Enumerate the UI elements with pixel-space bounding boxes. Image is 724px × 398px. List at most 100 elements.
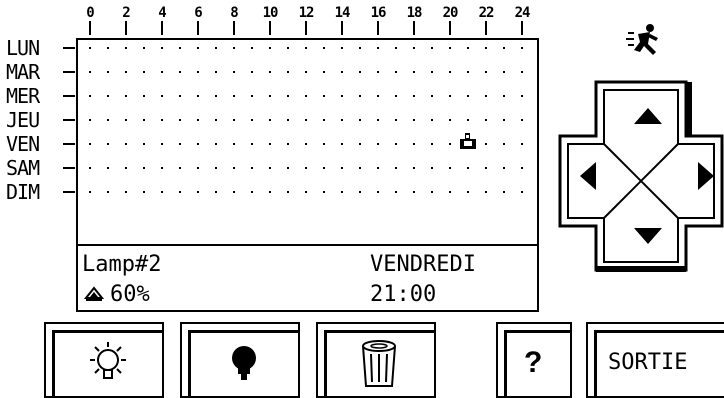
grid-dot bbox=[269, 47, 271, 49]
cursor-icon bbox=[460, 133, 476, 149]
day-tick bbox=[63, 167, 75, 169]
day-label: MAR bbox=[6, 60, 40, 84]
hour-label: 4 bbox=[158, 5, 167, 21]
grid-dot bbox=[503, 71, 505, 73]
grid-dot bbox=[395, 71, 397, 73]
grid-dot bbox=[197, 95, 199, 97]
grid-dot bbox=[431, 143, 433, 145]
grid-dot bbox=[521, 95, 523, 97]
hour-tick bbox=[521, 21, 523, 35]
grid-dot bbox=[125, 119, 127, 121]
hour-label: 0 bbox=[86, 5, 95, 21]
grid-dot bbox=[287, 119, 289, 121]
grid-dot bbox=[485, 95, 487, 97]
day-name: VENDREDI bbox=[370, 252, 476, 277]
grid-dot bbox=[287, 191, 289, 193]
grid-dot bbox=[485, 143, 487, 145]
grid-dot bbox=[89, 95, 91, 97]
grid-dot bbox=[251, 47, 253, 49]
grid-dot bbox=[233, 47, 235, 49]
grid-dot bbox=[143, 119, 145, 121]
grid-dot bbox=[143, 71, 145, 73]
light-off-button[interactable] bbox=[180, 322, 300, 398]
grid-dot bbox=[305, 71, 307, 73]
grid-dot bbox=[197, 143, 199, 145]
hour-tick bbox=[161, 21, 163, 35]
down-arrow-button[interactable] bbox=[628, 222, 668, 252]
help-button[interactable]: ? bbox=[496, 322, 572, 398]
grid-dot bbox=[233, 119, 235, 121]
grid-dot bbox=[323, 143, 325, 145]
right-arrow-button[interactable] bbox=[692, 156, 722, 196]
grid-dot bbox=[269, 71, 271, 73]
grid-dot bbox=[323, 71, 325, 73]
grid-dot bbox=[431, 47, 433, 49]
grid-dot bbox=[341, 191, 343, 193]
hour-label: 2 bbox=[122, 5, 131, 21]
down-arrow-icon bbox=[634, 228, 662, 244]
grid-dot bbox=[125, 47, 127, 49]
grid-dot bbox=[305, 143, 307, 145]
grid-dot bbox=[233, 143, 235, 145]
grid-dot bbox=[485, 119, 487, 121]
grid-dot bbox=[377, 191, 379, 193]
grid-dot bbox=[377, 95, 379, 97]
grid-dot bbox=[161, 47, 163, 49]
grid-dot bbox=[377, 143, 379, 145]
grid-dot bbox=[395, 167, 397, 169]
light-on-button[interactable] bbox=[44, 322, 164, 398]
grid-dot bbox=[485, 71, 487, 73]
grid-dot bbox=[323, 95, 325, 97]
hour-tick bbox=[89, 21, 91, 35]
grid-dot bbox=[269, 191, 271, 193]
hour-label: 8 bbox=[230, 5, 239, 21]
grid-dot bbox=[449, 191, 451, 193]
up-arrow-button[interactable] bbox=[628, 100, 668, 130]
grid-dot bbox=[431, 71, 433, 73]
grid-dot bbox=[215, 119, 217, 121]
grid-dot bbox=[269, 143, 271, 145]
grid-dot bbox=[107, 167, 109, 169]
grid-dot bbox=[89, 71, 91, 73]
grid-dot bbox=[413, 191, 415, 193]
hour-label: 24 bbox=[514, 5, 531, 21]
grid-dot bbox=[431, 167, 433, 169]
day-tick bbox=[63, 119, 75, 121]
grid-dot bbox=[377, 119, 379, 121]
grid-dot bbox=[251, 191, 253, 193]
grid-dot bbox=[359, 191, 361, 193]
grid-dot bbox=[161, 119, 163, 121]
grid-dot bbox=[89, 47, 91, 49]
day-label: JEU bbox=[6, 108, 40, 132]
grid-dot bbox=[143, 47, 145, 49]
exit-button[interactable]: SORTIE bbox=[586, 322, 724, 398]
grid-dot bbox=[179, 143, 181, 145]
grid-dot bbox=[287, 95, 289, 97]
grid-dot bbox=[395, 191, 397, 193]
grid-dot bbox=[323, 47, 325, 49]
grid-dot bbox=[521, 47, 523, 49]
grid-dot bbox=[521, 119, 523, 121]
grid-dot bbox=[125, 167, 127, 169]
delete-button[interactable] bbox=[316, 322, 436, 398]
grid-dot bbox=[233, 71, 235, 73]
grid-dot bbox=[287, 143, 289, 145]
grid-dot bbox=[467, 119, 469, 121]
grid-dot bbox=[305, 191, 307, 193]
grid-dot bbox=[179, 95, 181, 97]
exit-label: SORTIE bbox=[608, 350, 688, 375]
brightness-icon bbox=[83, 286, 105, 306]
hour-tick bbox=[125, 21, 127, 35]
grid-dot bbox=[449, 119, 451, 121]
left-arrow-button[interactable] bbox=[572, 156, 602, 196]
grid-dot bbox=[197, 47, 199, 49]
grid-dot bbox=[197, 71, 199, 73]
grid-dot bbox=[107, 71, 109, 73]
grid-dot bbox=[413, 143, 415, 145]
grid-dot bbox=[89, 191, 91, 193]
grid-dot bbox=[305, 95, 307, 97]
grid-dot bbox=[503, 191, 505, 193]
up-arrow-icon bbox=[634, 108, 662, 124]
grid-dot bbox=[89, 167, 91, 169]
grid-dot bbox=[287, 71, 289, 73]
